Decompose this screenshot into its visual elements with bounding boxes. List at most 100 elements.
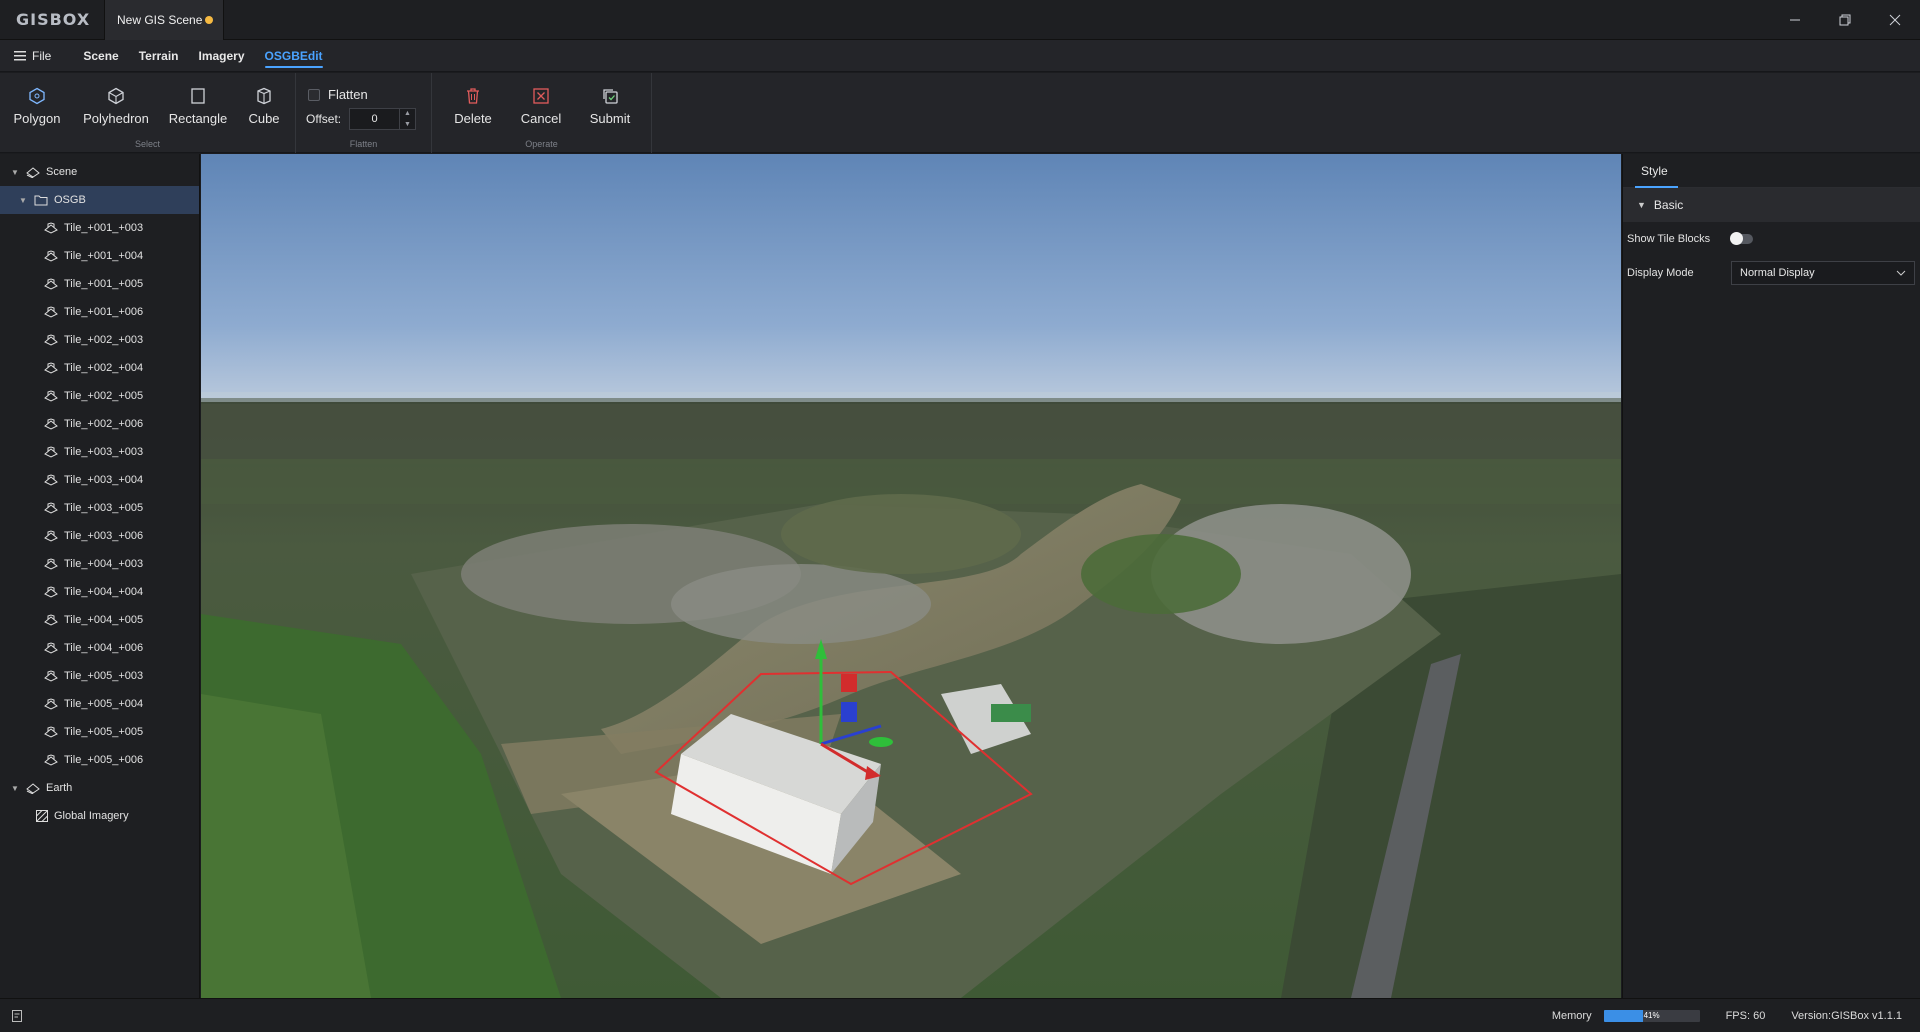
tab-imagery[interactable]: Imagery <box>189 40 255 72</box>
tree-item-osgb[interactable]: ▼ OSGB <box>0 186 199 214</box>
cancel-button[interactable]: Cancel <box>508 73 574 141</box>
tree-item-tile[interactable]: Tile_+001_+004 <box>0 242 199 270</box>
tile-icon <box>44 614 58 626</box>
title-bar: GISBOX New GIS Scene <box>0 0 1920 40</box>
3d-viewport[interactable] <box>201 154 1621 998</box>
cancel-label: Cancel <box>520 111 562 126</box>
minimize-icon <box>1790 19 1800 21</box>
tree-item-tile[interactable]: Tile_+003_+005 <box>0 494 199 522</box>
tree-item-label: Tile_+002_+006 <box>64 418 144 430</box>
tab-osgbedit[interactable]: OSGBEdit <box>255 40 333 72</box>
document-tab[interactable]: New GIS Scene <box>104 0 224 40</box>
display-mode-select[interactable]: Normal Display <box>1731 261 1915 285</box>
unsaved-indicator-icon <box>205 15 213 24</box>
memory-bar: 41% <box>1603 1010 1700 1022</box>
tree-item-tile[interactable]: Tile_+002_+004 <box>0 354 199 382</box>
restore-button[interactable] <box>1820 0 1870 40</box>
tree-item-tile[interactable]: Tile_+002_+006 <box>0 410 199 438</box>
chevron-down-icon <box>1896 270 1906 276</box>
tree-item-tile[interactable]: Tile_+003_+003 <box>0 438 199 466</box>
tree-item-tile[interactable]: Tile_+004_+006 <box>0 634 199 662</box>
close-button[interactable] <box>1870 0 1920 40</box>
close-icon <box>1889 14 1901 26</box>
tree-item-label: Tile_+005_+004 <box>64 698 144 710</box>
ribbon-toolbar: Polygon Polyhedron Rectangle Cube Select… <box>0 73 1920 153</box>
tree-item-label: Tile_+001_+003 <box>64 222 144 234</box>
offset-stepper[interactable]: 0 ▲ ▼ <box>349 108 416 130</box>
tree-item-label: Tile_+002_+003 <box>64 334 144 346</box>
tile-icon <box>44 390 58 402</box>
tab-scene[interactable]: Scene <box>73 40 128 72</box>
tab-terrain[interactable]: Terrain <box>129 40 189 72</box>
tree-item-label: OSGB <box>54 194 86 206</box>
rectangle-button[interactable]: Rectangle <box>162 73 234 141</box>
tree-item-tile[interactable]: Tile_+001_+005 <box>0 270 199 298</box>
operate-group-label: Operate <box>525 139 558 149</box>
tree-item-tile[interactable]: Tile_+004_+003 <box>0 550 199 578</box>
tree-item-tile[interactable]: Tile_+004_+004 <box>0 578 199 606</box>
tree-item-tile[interactable]: Tile_+003_+006 <box>0 522 199 550</box>
offset-value[interactable]: 0 <box>350 113 399 125</box>
caret-down-icon[interactable]: ▼ <box>18 196 28 205</box>
offset-row: Offset: 0 ▲ ▼ <box>306 108 416 130</box>
log-icon[interactable] <box>12 1009 22 1022</box>
scene-tree-panel: ▼ Scene ▼ OSGB Tile_+001_+003 Tile_+001_+… <box>0 154 200 998</box>
tab-style[interactable]: Style <box>1635 154 1678 188</box>
tree-item-tile[interactable]: Tile_+005_+004 <box>0 690 199 718</box>
polygon-button[interactable]: Polygon <box>4 73 70 141</box>
cube-button[interactable]: Cube <box>234 73 294 141</box>
tree-item-tile[interactable]: Tile_+001_+003 <box>0 214 199 242</box>
delete-button[interactable]: Delete <box>438 73 508 141</box>
tree-item-label: Tile_+004_+006 <box>64 642 144 654</box>
caret-down-icon[interactable]: ▼ <box>1637 200 1646 210</box>
show-tile-blocks-toggle[interactable] <box>1730 232 1753 245</box>
file-menu-button[interactable]: File <box>0 40 65 72</box>
select-group-label: Select <box>134 139 160 149</box>
imagery-icon <box>36 810 48 822</box>
minimize-button[interactable] <box>1770 0 1820 40</box>
caret-down-icon[interactable]: ▼ <box>10 168 20 177</box>
tree-item-global-imagery[interactable]: Global Imagery <box>0 802 199 830</box>
tree-item-tile[interactable]: Tile_+001_+006 <box>0 298 199 326</box>
submit-button[interactable]: Submit <box>574 73 646 141</box>
properties-tabs: Style <box>1623 154 1920 188</box>
tree-item-label: Tile_+003_+004 <box>64 474 144 486</box>
tree-item-tile[interactable]: Tile_+005_+006 <box>0 746 199 774</box>
scene-render[interactable] <box>201 154 1621 998</box>
tile-icon <box>44 670 58 682</box>
tree-item-label: Global Imagery <box>54 810 129 822</box>
flatten-checkbox[interactable] <box>308 88 320 101</box>
cancel-icon <box>533 88 549 104</box>
tile-list: Tile_+001_+003 Tile_+001_+004 Tile_+001_+0… <box>0 214 199 774</box>
tree-item-label: Tile_+004_+003 <box>64 558 144 570</box>
tree-item-label: Earth <box>46 782 73 794</box>
submit-icon <box>603 89 618 104</box>
layers-icon <box>26 782 40 794</box>
memory-percent: 41% <box>1643 1011 1660 1020</box>
tile-icon <box>44 250 58 262</box>
tree-item-earth[interactable]: ▼ Earth <box>0 774 199 802</box>
offset-spin-buttons: ▲ ▼ <box>399 109 415 129</box>
section-basic-header[interactable]: ▼ Basic <box>1623 188 1920 222</box>
spin-up-icon[interactable]: ▲ <box>404 109 411 118</box>
status-right: Memory 41% FPS: 60 Version:GISBox v1.1.1 <box>1552 999 1902 1032</box>
tile-icon <box>44 418 58 430</box>
display-mode-value: Normal Display <box>1740 267 1815 279</box>
tree-item-tile[interactable]: Tile_+005_+003 <box>0 662 199 690</box>
file-menu-label: File <box>32 48 52 63</box>
tree-item-tile[interactable]: Tile_+005_+005 <box>0 718 199 746</box>
tree-item-scene[interactable]: ▼ Scene <box>0 158 199 186</box>
document-tab-label: New GIS Scene <box>117 12 203 27</box>
tree-item-tile[interactable]: Tile_+003_+004 <box>0 466 199 494</box>
select-group: Polygon Polyhedron Rectangle Cube Select <box>0 73 296 153</box>
tile-icon <box>44 698 58 710</box>
flatten-checkbox-row[interactable]: Flatten <box>308 87 416 102</box>
spin-down-icon[interactable]: ▼ <box>404 120 411 129</box>
polyhedron-button[interactable]: Polyhedron <box>70 73 162 141</box>
tree-item-tile[interactable]: Tile_+002_+005 <box>0 382 199 410</box>
operate-group: Delete Cancel Submit Operate <box>432 73 652 153</box>
tree-item-tile[interactable]: Tile_+002_+003 <box>0 326 199 354</box>
tree-item-tile[interactable]: Tile_+004_+005 <box>0 606 199 634</box>
caret-down-icon[interactable]: ▼ <box>10 784 20 793</box>
properties-panel: Style ▼ Basic Show Tile Blocks Display M… <box>1622 154 1920 998</box>
